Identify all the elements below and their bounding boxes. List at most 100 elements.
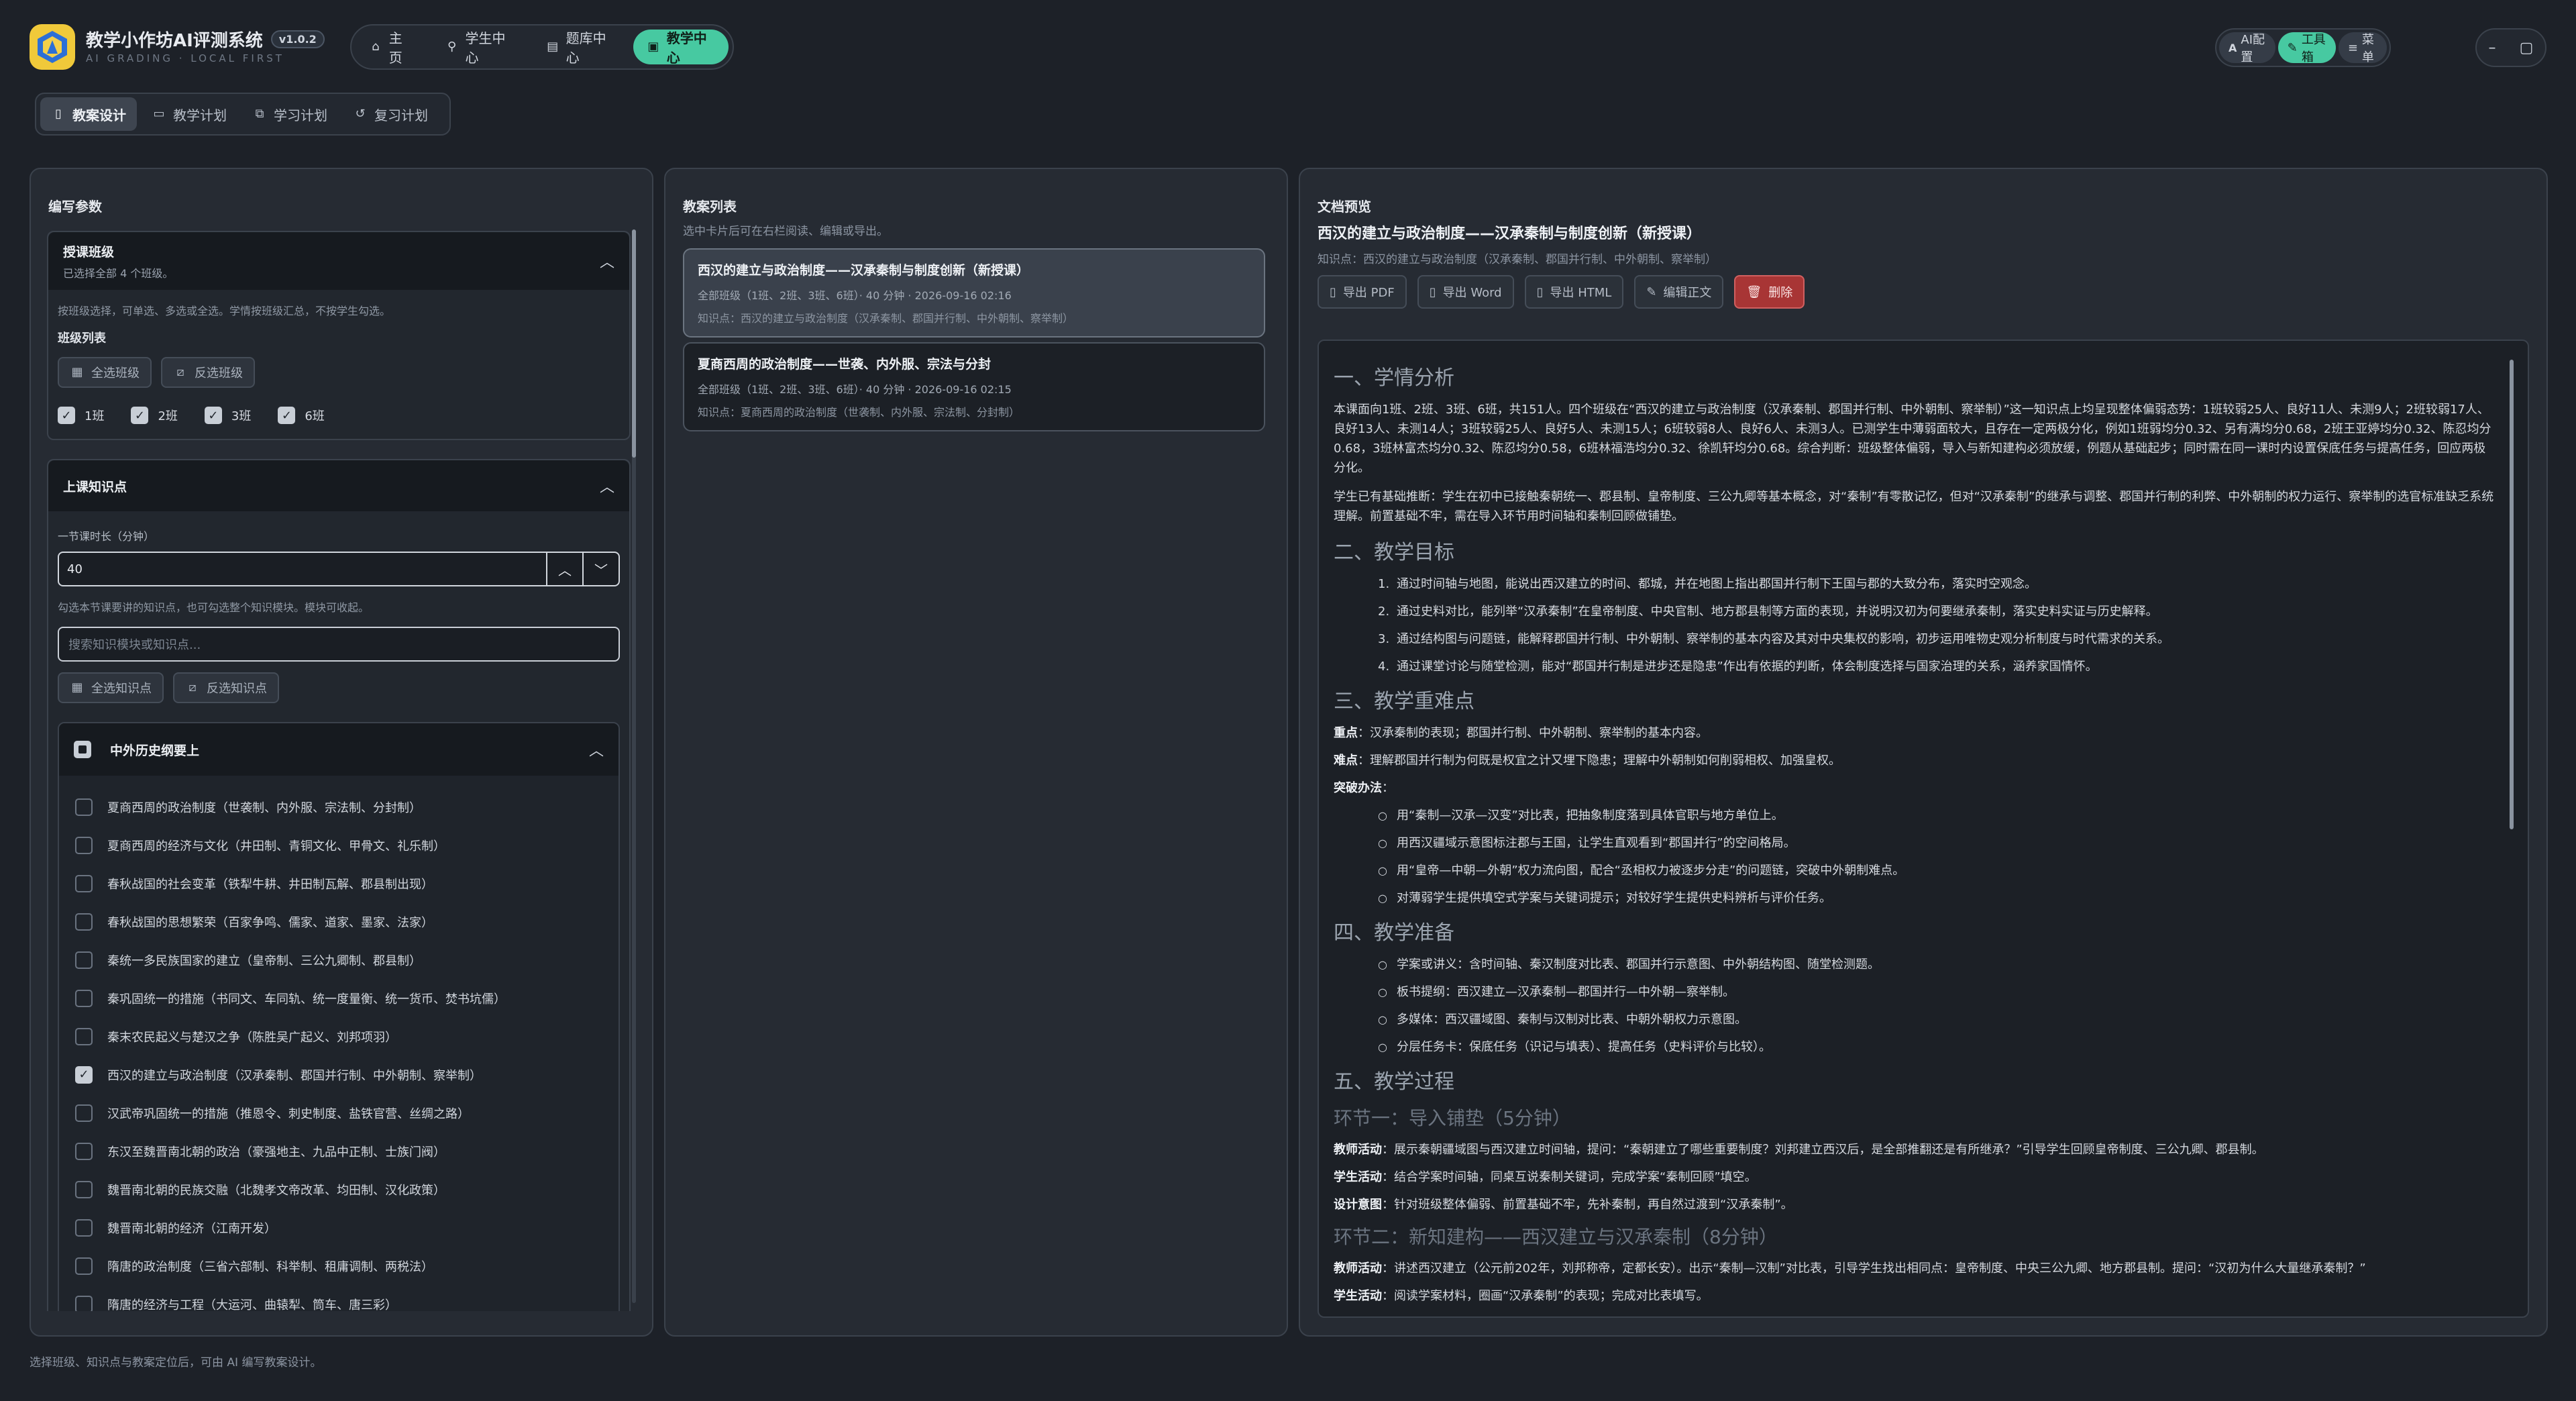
card-meta: 全部班级（1班、2班、3班、6班）· 40 分钟 · 2026-09-16 02… bbox=[698, 383, 1012, 396]
tab-teaching-plan[interactable]: ▭ 教学计划 bbox=[141, 97, 237, 131]
list-text: 多媒体：西汉疆域图、秦制与汉制对比表、中朝外朝权力示意图。 bbox=[1397, 1013, 1747, 1027]
checkbox-icon[interactable] bbox=[75, 798, 93, 816]
class-checkbox[interactable]: ✓ 3班 bbox=[204, 407, 252, 424]
list-number: 3. bbox=[1378, 632, 1390, 646]
tab-lesson-design[interactable]: ▯ 教案设计 bbox=[40, 97, 137, 131]
list-text: 对薄弱学生提供填空式学案与关键词提示；对较好学生提供史料辨析与评价任务。 bbox=[1397, 891, 1831, 905]
list-text: 用“皇帝—中朝—外朝”权力流向图，配合“丞相权力被逐步分走”的问题链，突破中外朝… bbox=[1397, 864, 1905, 878]
pencil-icon: ✎ bbox=[2287, 40, 2298, 55]
toolbox-button[interactable]: ✎ 工具箱 bbox=[2277, 32, 2336, 64]
chevron-up-icon[interactable]: ︿ bbox=[600, 475, 614, 497]
document-body[interactable]: 一、学情分析 本课面向1班、2班、3班、6班，共151人。四个班级在“西汉的建立… bbox=[1318, 340, 2529, 1318]
trash-icon: 🗑 bbox=[1746, 284, 1762, 299]
select-all-icon: ▦ bbox=[71, 365, 83, 379]
checkbox-indeterminate-icon[interactable] bbox=[74, 741, 91, 758]
checkbox-icon[interactable] bbox=[75, 913, 93, 931]
checkbox-icon[interactable] bbox=[75, 989, 93, 1007]
checkbox-icon[interactable] bbox=[75, 1104, 93, 1122]
button-label: 编辑正文 bbox=[1663, 286, 1712, 300]
chevron-up-icon[interactable]: ︿ bbox=[589, 739, 604, 760]
checkbox-checked-icon[interactable]: ✓ bbox=[58, 407, 75, 424]
menu-button[interactable]: ≡ 菜单 bbox=[2338, 32, 2387, 64]
nav-home[interactable]: ⌂ 主页 bbox=[356, 30, 427, 66]
nav-student-center[interactable]: ⚲ 学生中心 bbox=[432, 30, 527, 66]
delete-button[interactable]: 🗑 删除 bbox=[1734, 275, 1805, 309]
knowledge-point-item[interactable]: 魏晋南北朝的经济（江南开发） bbox=[75, 1208, 602, 1247]
knowledge-search-input[interactable]: 搜索知识模块或知识点... bbox=[58, 627, 620, 662]
step-text: ：展示秦朝疆域图与西汉建立时间轴，提问：“秦朝建立了哪些重要制度？刘邦建立西汉后… bbox=[1382, 1143, 2264, 1157]
app-title: 教学小作坊AI评测系统 v1.0.2 bbox=[86, 27, 325, 52]
knowledge-point-item[interactable]: 春秋战国的思想繁荣（百家争鸣、儒家、道家、墨家、法家） bbox=[75, 902, 602, 941]
checkbox-icon[interactable] bbox=[75, 951, 93, 969]
classes-header[interactable]: 授课班级 已选择全部 4 个班级。 ︿ bbox=[48, 232, 629, 290]
nav-question-bank[interactable]: ▤ 题库中心 bbox=[533, 30, 628, 66]
export-word-button[interactable]: ▯ 导出 Word bbox=[1417, 275, 1514, 309]
document-scrollbar[interactable] bbox=[2510, 360, 2514, 829]
minimize-icon[interactable]: – bbox=[2489, 40, 2496, 56]
class-checkbox[interactable]: ✓ 1班 bbox=[58, 407, 104, 424]
circle-bullet-icon: ○ bbox=[1378, 837, 1387, 849]
class-label: 3班 bbox=[231, 409, 252, 423]
knowledge-point-item[interactable]: 春秋战国的社会变革（铁犁牛耕、井田制瓦解、郡县制出现） bbox=[75, 864, 602, 902]
tab-review-plan[interactable]: ↺ 复习计划 bbox=[342, 97, 439, 131]
edit-body-button[interactable]: ✎ 编辑正文 bbox=[1634, 275, 1724, 309]
chevron-down-icon[interactable]: ﹀ bbox=[584, 552, 620, 586]
knowledge-point-item[interactable]: 秦巩固统一的措施（书同文、车同轨、统一度量衡、统一货币、焚书坑儒） bbox=[75, 979, 602, 1017]
checkbox-icon[interactable] bbox=[75, 1142, 93, 1160]
tab-study-plan[interactable]: ⧉ 学习计划 bbox=[241, 97, 338, 131]
checkbox-checked-icon[interactable]: ✓ bbox=[278, 407, 296, 424]
chevron-up-icon[interactable]: ︿ bbox=[600, 250, 614, 272]
duration-input[interactable]: 40 bbox=[58, 552, 547, 586]
knowledge-point-item[interactable]: 秦统一多民族国家的建立（皇帝制、三公九卿制、郡县制） bbox=[75, 941, 602, 979]
class-checkbox[interactable]: ✓ 6班 bbox=[278, 407, 325, 424]
lesson-card[interactable]: 夏商西周的政治制度——世袭、内外服、宗法与分封 全部班级（1班、2班、3班、6班… bbox=[683, 342, 1265, 431]
left-scrollbar[interactable] bbox=[632, 229, 636, 1303]
knowledge-point-item[interactable]: 隋唐的经济与工程（大运河、曲辕犁、筒车、唐三彩） bbox=[75, 1285, 602, 1311]
lesson-card[interactable]: 西汉的建立与政治制度——汉承秦制与制度创新（新授课） 全部班级（1班、2班、3班… bbox=[683, 248, 1265, 338]
scroll-thumb[interactable] bbox=[632, 229, 636, 458]
checkbox-checked-icon[interactable]: ✓ bbox=[131, 407, 149, 424]
tab-label: 学习计划 bbox=[274, 107, 327, 123]
knowledge-point-item[interactable]: 夏商西周的经济与文化（井田制、青铜文化、甲骨文、礼乐制） bbox=[75, 826, 602, 864]
class-checkbox[interactable]: ✓ 2班 bbox=[131, 407, 178, 424]
checkbox-icon[interactable] bbox=[75, 1257, 93, 1275]
goals-list: 1. 通过时间轴与地图，能说出西汉建立的时间、都城，并在地图上指出郡国并行制下王国… bbox=[1334, 574, 2494, 676]
status-footer: 选择班级、知识点与教案定位后，可由 AI 编写教案设计。 bbox=[30, 1356, 322, 1369]
file-icon: ▯ bbox=[1429, 284, 1436, 299]
checkbox-icon[interactable] bbox=[75, 1027, 93, 1045]
invert-classes-button[interactable]: ⧄ 反选班级 bbox=[161, 357, 255, 388]
select-all-points-button[interactable]: ▦ 全选知识点 bbox=[58, 672, 164, 703]
knowledge-point-item[interactable]: 夏商西周的政治制度（世袭制、内外服、宗法制、分封制） bbox=[75, 788, 602, 826]
class-label: 1班 bbox=[85, 409, 105, 423]
knowledge-point-item[interactable]: 魏晋南北朝的民族交融（北魏孝文帝改革、均田制、汉化政策） bbox=[75, 1170, 602, 1208]
chevron-up-icon[interactable]: ︿ bbox=[547, 552, 584, 586]
knowledge-point-item[interactable]: 隋唐的政治制度（三省六部制、科举制、租庸调制、两税法） bbox=[75, 1247, 602, 1285]
knowledge-point-item[interactable]: 秦末农民起义与楚汉之争（陈胜吴广起义、刘邦项羽） bbox=[75, 1017, 602, 1055]
knowledge-point-item[interactable]: ✓ 西汉的建立与政治制度（汉承秦制、郡国并行制、中外朝制、察举制） bbox=[75, 1055, 602, 1094]
checkbox-checked-icon[interactable]: ✓ bbox=[204, 407, 222, 424]
list-text: 学案或讲义：含时间轴、秦汉制度对比表、郡国并行示意图、中外朝结构图、随堂检测题。 bbox=[1397, 957, 1880, 972]
checkbox-icon[interactable] bbox=[75, 836, 93, 854]
tab-label: 教案设计 bbox=[72, 107, 126, 123]
knowledge-header[interactable]: 上课知识点 ︿ bbox=[48, 460, 629, 511]
checkbox-icon[interactable] bbox=[75, 874, 93, 892]
invert-points-button[interactable]: ⧄ 反选知识点 bbox=[173, 672, 279, 703]
checkbox-icon[interactable] bbox=[75, 1218, 93, 1237]
export-html-button[interactable]: ▯ 导出 HTML bbox=[1524, 275, 1624, 309]
knowledge-point-item[interactable]: 东汉至魏晋南北朝的政治（豪强地主、九品中正制、士族门阀） bbox=[75, 1132, 602, 1170]
module-header[interactable]: 中外历史纲要上 ︿ bbox=[59, 723, 619, 776]
checkbox-checked-icon[interactable]: ✓ bbox=[75, 1066, 93, 1084]
select-all-classes-button[interactable]: ▦ 全选班级 bbox=[58, 357, 152, 388]
list-number: 4. bbox=[1378, 660, 1390, 674]
knowledge-point-item[interactable]: 汉武帝巩固统一的措施（推恩令、刺史制度、盐铁官营、丝绸之路） bbox=[75, 1094, 602, 1132]
card-knowledge-point: 知识点：西汉的建立与政治制度（汉承秦制、郡国并行制、中外朝制、察举制） bbox=[698, 312, 1074, 325]
button-label: 删除 bbox=[1768, 286, 1793, 300]
maximize-icon[interactable]: ▢ bbox=[2520, 40, 2534, 56]
nav-teaching-center[interactable]: ▣ 教学中心 bbox=[633, 30, 729, 66]
ai-config-button[interactable]: A AI配置 bbox=[2219, 32, 2275, 64]
list-text: 用西汉疆域示意图标注郡与王国，让学生直观看到“郡国并行”的空间格局。 bbox=[1397, 836, 1796, 850]
button-label: 导出 PDF bbox=[1342, 286, 1395, 300]
export-pdf-button[interactable]: ▯ 导出 PDF bbox=[1318, 275, 1407, 309]
checkbox-icon[interactable] bbox=[75, 1180, 93, 1198]
checkbox-icon[interactable] bbox=[75, 1295, 93, 1311]
